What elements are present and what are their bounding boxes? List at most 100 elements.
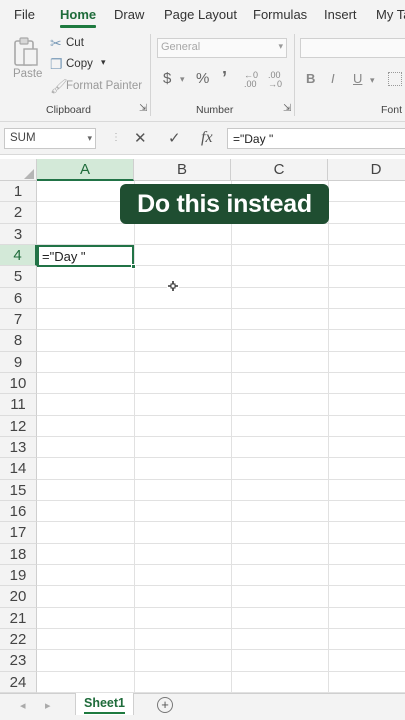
- name-box[interactable]: SUM ▾: [4, 128, 96, 149]
- gridline: [37, 414, 405, 416]
- row-header[interactable]: 14: [0, 458, 37, 480]
- active-cell-a4[interactable]: ="Day ": [37, 245, 134, 267]
- gridline: [37, 435, 405, 437]
- clipboard-launcher-icon[interactable]: ⇲: [139, 103, 147, 114]
- row-header[interactable]: 12: [0, 415, 37, 437]
- formula-text: ="Day ": [233, 132, 274, 146]
- row-header[interactable]: 19: [0, 564, 37, 587]
- chevron-down-icon: ▾: [278, 41, 283, 51]
- copy-icon: ❐: [50, 56, 63, 72]
- row-header[interactable]: 11: [0, 394, 37, 416]
- column-header-c[interactable]: C: [231, 159, 328, 181]
- paste-label: Paste: [13, 68, 43, 80]
- group-separator: [150, 34, 151, 116]
- percent-button[interactable]: %: [196, 70, 209, 87]
- chevron-down-icon: ▾: [87, 133, 92, 143]
- fill-handle[interactable]: [131, 264, 136, 269]
- tab-draw[interactable]: Draw: [114, 0, 144, 30]
- add-sheet-button[interactable]: +: [157, 697, 173, 713]
- row-header[interactable]: 4: [0, 244, 37, 267]
- format-painter-button[interactable]: 🖌 Format Painter: [49, 78, 144, 94]
- gridline: [37, 478, 405, 480]
- more-dots-icon: ⋮: [111, 132, 121, 143]
- tab-home[interactable]: Home: [60, 0, 97, 30]
- underline-button[interactable]: U: [353, 71, 362, 86]
- gridline: [37, 585, 405, 587]
- format-painter-label: Format Painter: [66, 80, 143, 92]
- number-launcher-icon[interactable]: ⇲: [283, 103, 291, 114]
- number-format-select[interactable]: General ▾: [157, 38, 287, 58]
- row-header[interactable]: 21: [0, 607, 37, 629]
- gridline: [37, 286, 405, 288]
- active-cell-text: ="Day ": [42, 249, 86, 264]
- move-cursor-icon: [167, 280, 179, 292]
- tab-page-layout[interactable]: Page Layout: [164, 0, 237, 30]
- cut-label: Cut: [66, 37, 84, 49]
- tab-file[interactable]: File: [14, 0, 35, 30]
- gridline: [37, 521, 405, 523]
- clipboard-group-label: Clipboard: [46, 104, 91, 116]
- enter-button[interactable]: ✓: [168, 129, 181, 147]
- cell-grid[interactable]: ="Day ": [37, 181, 405, 693]
- row-header[interactable]: 7: [0, 308, 37, 331]
- column-header-a[interactable]: A: [37, 159, 134, 181]
- row-header[interactable]: 5: [0, 266, 37, 288]
- row-header[interactable]: 3: [0, 223, 37, 245]
- row-header[interactable]: 16: [0, 500, 37, 523]
- gridline: [328, 181, 329, 693]
- decrease-decimal-icon[interactable]: .00 →0: [268, 71, 282, 89]
- increase-decimal-icon[interactable]: ←0.00: [244, 71, 258, 89]
- chevron-down-icon[interactable]: ▾: [180, 74, 185, 85]
- overlay-banner: Do this instead: [120, 184, 329, 224]
- font-name-select[interactable]: [300, 38, 405, 58]
- row-header[interactable]: 18: [0, 543, 37, 565]
- row-header[interactable]: 2: [0, 202, 37, 224]
- scissors-icon: ✂: [50, 35, 62, 51]
- row-header[interactable]: 20: [0, 586, 37, 608]
- row-header[interactable]: 23: [0, 650, 37, 672]
- comma-style-button[interactable]: ’: [222, 68, 227, 89]
- currency-button[interactable]: $: [163, 70, 171, 87]
- sheet-next-icon[interactable]: ▸: [45, 699, 51, 712]
- select-all-button[interactable]: [0, 159, 37, 181]
- chevron-down-icon[interactable]: ▾: [370, 75, 375, 86]
- column-header-b[interactable]: B: [134, 159, 231, 181]
- italic-button[interactable]: I: [331, 71, 335, 86]
- row-header[interactable]: 9: [0, 351, 37, 373]
- group-separator: [294, 34, 295, 116]
- font-group-label: Font: [381, 104, 403, 116]
- gridline: [37, 499, 405, 501]
- row-header[interactable]: 13: [0, 436, 37, 459]
- column-header-d[interactable]: D: [328, 159, 405, 181]
- row-header[interactable]: 17: [0, 522, 37, 544]
- name-box-value: SUM: [10, 132, 36, 144]
- bold-button[interactable]: B: [306, 71, 315, 86]
- tab-my-table[interactable]: My Ta: [376, 0, 405, 30]
- cancel-button[interactable]: ✕: [134, 129, 147, 147]
- gridline: [37, 457, 405, 459]
- paste-button[interactable]: Paste: [8, 34, 44, 84]
- copy-button[interactable]: ❐ Copy ▾: [49, 56, 119, 72]
- row-header[interactable]: 8: [0, 330, 37, 352]
- cut-button[interactable]: ✂ Cut: [49, 35, 99, 51]
- borders-icon[interactable]: [388, 72, 402, 86]
- tab-formulas[interactable]: Formulas: [253, 0, 307, 30]
- number-group-label: Number: [196, 104, 234, 116]
- excel-window: File Home Draw Page Layout Formulas Inse…: [0, 0, 405, 720]
- sheet-tab-sheet1[interactable]: Sheet1: [75, 693, 134, 715]
- row-header[interactable]: 24: [0, 671, 37, 693]
- sheet-prev-icon[interactable]: ◂: [20, 699, 26, 712]
- gridline: [37, 670, 405, 672]
- row-header[interactable]: 15: [0, 479, 37, 501]
- formula-input[interactable]: ="Day ": [227, 128, 405, 149]
- formula-bar: SUM ▾ ⋮ ✕ ✓ fx ="Day ": [0, 122, 405, 155]
- gridline: [37, 393, 405, 395]
- row-header[interactable]: 22: [0, 628, 37, 651]
- row-header[interactable]: 1: [0, 181, 37, 203]
- row-header[interactable]: 6: [0, 287, 37, 309]
- gridline: [37, 329, 405, 331]
- tab-insert[interactable]: Insert: [324, 0, 357, 30]
- insert-function-button[interactable]: fx: [201, 129, 213, 147]
- row-header[interactable]: 10: [0, 372, 37, 395]
- gridline: [134, 181, 135, 693]
